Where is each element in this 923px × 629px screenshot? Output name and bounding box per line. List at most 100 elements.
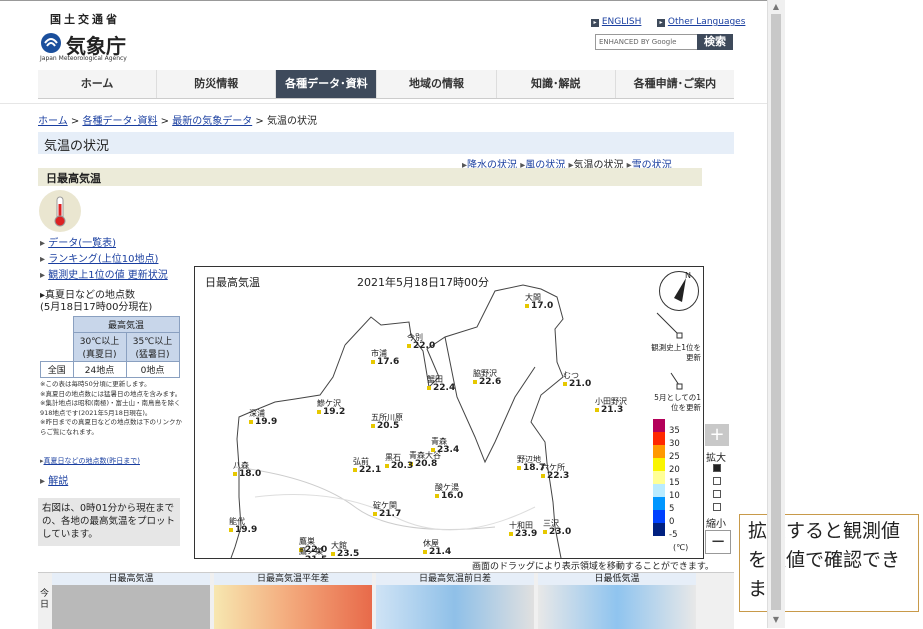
station-label[interactable]: 三沢 23.0 [543, 519, 571, 537]
breadcrumb-latest[interactable]: 最新の気象データ [172, 116, 252, 127]
station-marker-icon [563, 382, 567, 386]
description-box: 右図は、0時01分から現在までの、各地の最高気温をプロットしています。 [38, 498, 180, 546]
station-value: 20.8 [415, 459, 438, 469]
jma-en: Japan Meteorological Agency [40, 55, 127, 62]
explain-link[interactable]: ▸ 解説 [40, 472, 68, 487]
station-value: 16.0 [441, 491, 464, 501]
station-label[interactable]: 十和田 23.9 [509, 521, 537, 539]
station-value: 18.0 [239, 469, 262, 479]
nav-underline [38, 98, 734, 99]
global-nav: ホーム 防災情報 各種データ･資料 地域の情報 知識･解説 各種申請･ご案内 [38, 70, 734, 98]
station-label[interactable]: 市浦 17.6 [371, 349, 399, 367]
zoom-level-2[interactable] [713, 477, 721, 485]
zoom-level-4[interactable] [713, 503, 721, 511]
yesterday-link[interactable]: ▸真夏日などの地点数(昨日まで) [40, 456, 140, 466]
notes: ※この表は毎時50分頃に更新します。 ※真夏日の地点数には猛暑日の地点を含みます… [40, 380, 182, 436]
scroll-down-icon[interactable]: ▼ [771, 615, 781, 625]
station-marker-icon [517, 466, 521, 470]
station-marker-icon [525, 304, 529, 308]
station-label[interactable]: 大間 17.0 [525, 293, 553, 311]
station-label[interactable]: 深浦 19.9 [249, 409, 277, 427]
station-marker-icon [371, 360, 375, 364]
zoom-level-3[interactable] [713, 490, 721, 498]
station-label[interactable]: 休屋 21.4 [423, 539, 451, 557]
vertical-scrollbar[interactable]: ▲ ▼ [767, 0, 785, 628]
callout-box: 拡大すると観測値を数値で確認できます [739, 514, 919, 612]
station-value: 21.4 [429, 547, 452, 557]
station-label[interactable]: 能代 19.9 [229, 517, 257, 535]
thumb-max-normal-diff[interactable]: 日最高気温平年差 [214, 573, 372, 629]
nav-home[interactable]: ホーム [38, 70, 158, 98]
station-value: 22.6 [479, 377, 502, 387]
thumb-max-prev-diff[interactable]: 日最高気温前日差 [376, 573, 534, 629]
station-value: 22.3 [547, 471, 570, 481]
station-marker-icon [407, 344, 411, 348]
search-input[interactable]: ENHANCED BY Google [595, 34, 700, 50]
today-label: 今日 [40, 589, 50, 610]
station-label[interactable]: 蟹田 22.4 [427, 375, 455, 393]
scale-label: 25 [669, 452, 680, 462]
legend-record-national: 観測史上1位を更新 [651, 343, 701, 362]
zoom-out-button[interactable]: − [705, 530, 731, 554]
nav-knowledge[interactable]: 知識･解説 [497, 70, 616, 98]
station-label[interactable]: 碇ケ関 21.7 [373, 501, 401, 519]
station-label[interactable]: 弘前 22.1 [353, 457, 381, 475]
station-label[interactable]: 小田野沢 21.3 [595, 397, 627, 415]
breadcrumb-data[interactable]: 各種データ･資料 [82, 116, 157, 127]
station-marker-icon [541, 474, 545, 478]
thumb-min-temp[interactable]: 日最低気温 [538, 573, 696, 629]
station-marker-icon [353, 468, 357, 472]
station-marker-icon [233, 472, 237, 476]
other-languages-link[interactable]: ▸ Other Languages [657, 17, 745, 27]
station-label[interactable]: 六ケ所 22.3 [541, 463, 569, 481]
search-button[interactable]: 検索 [697, 34, 733, 50]
station-label[interactable]: 脇野沢 22.6 [473, 369, 501, 387]
station-label[interactable]: 五所川原 20.5 [371, 413, 403, 431]
temperature-map[interactable]: 日最高気温 2021年5月18日17時00分 N 観測史上1位を更新 5月として… [194, 266, 704, 559]
zoom-in-button[interactable]: + [705, 424, 729, 446]
english-link[interactable]: ▸ ENGLISH [591, 17, 641, 27]
station-label[interactable]: 酸ケ湯 16.0 [435, 483, 463, 501]
zoom-level-1[interactable] [713, 464, 721, 472]
nav-region[interactable]: 地域の情報 [377, 70, 497, 98]
link-ranking[interactable]: ▸ ランキング(上位10地点) [40, 252, 168, 268]
station-label[interactable]: 大館 23.5 [331, 541, 359, 558]
breadcrumb-home[interactable]: ホーム [38, 116, 68, 127]
summary-table: 最高気温 30℃以上 (真夏日) 35℃以上 (猛暑日) 全国 24地点 0地点 [40, 316, 180, 378]
thermometer-icon [39, 190, 81, 232]
station-label[interactable]: 八森 18.0 [233, 461, 261, 479]
zoom-in-label: 拡大 [706, 453, 726, 464]
station-marker-icon [331, 552, 335, 556]
scale-unit: (℃) [673, 543, 689, 552]
station-value: 21.5 [299, 556, 327, 559]
thumb-map-image [214, 585, 372, 629]
thumb-map-image [538, 585, 696, 629]
station-label[interactable]: むつ 21.0 [563, 371, 591, 389]
nav-disaster[interactable]: 防災情報 [157, 70, 277, 98]
link-data-table[interactable]: ▸ データ(一覧表) [40, 236, 168, 252]
scale-label: -5 [669, 530, 678, 540]
station-label[interactable]: 鰺ケ沢 19.2 [317, 399, 345, 417]
station-value: 17.0 [531, 301, 554, 311]
station-marker-icon [595, 408, 599, 412]
station-label[interactable]: 今別 22.0 [407, 333, 435, 351]
scale-color-block [653, 523, 665, 536]
station-value: 21.3 [601, 405, 624, 415]
station-value: 23.0 [549, 527, 572, 537]
scale-color-block [653, 484, 665, 497]
nav-application[interactable]: 各種申請･ご案内 [616, 70, 734, 98]
station-value: 22.4 [433, 383, 456, 393]
scroll-thumb[interactable] [771, 14, 781, 610]
thumb-map-image [52, 585, 210, 629]
jma-emblem-icon [41, 33, 61, 53]
jma-logo[interactable]: 気象庁 [40, 30, 130, 58]
thumb-max-temp[interactable]: 日最高気温 [52, 573, 210, 629]
station-label[interactable]: 黒石 20.3 [385, 453, 413, 471]
scale-color-block [653, 445, 665, 458]
page-title-bar: 気温の状況 [38, 132, 734, 154]
station-label[interactable]: 鷹ノ巣21.5 [299, 547, 327, 559]
nav-data[interactable]: 各種データ･資料 [276, 70, 378, 98]
scroll-up-icon[interactable]: ▲ [771, 2, 781, 12]
station-label[interactable]: 青森大谷 20.8 [409, 451, 441, 469]
link-record[interactable]: ▸ 観測史上1位の値 更新状況 [40, 268, 168, 284]
